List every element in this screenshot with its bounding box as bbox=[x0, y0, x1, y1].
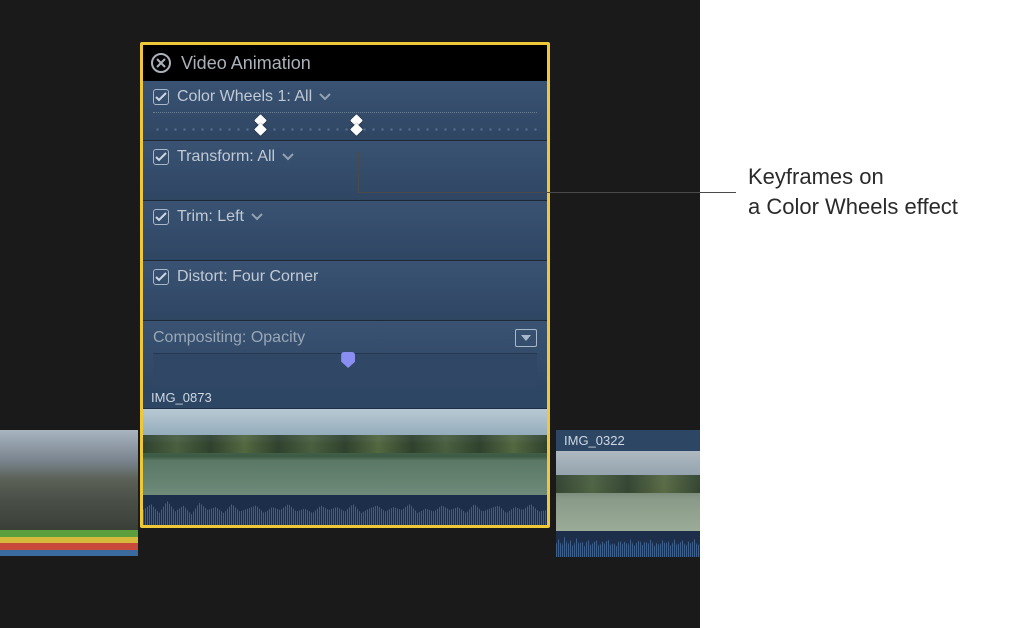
checkmark-icon bbox=[155, 272, 167, 282]
clip-label: IMG_0322 bbox=[556, 430, 700, 451]
compositing-row[interactable]: Compositing: Opacity bbox=[143, 321, 547, 387]
effect-parameter-chevron[interactable] bbox=[250, 212, 264, 222]
callout-line: Keyframes on bbox=[748, 162, 958, 192]
compositing-header: Compositing: Opacity bbox=[153, 329, 537, 347]
effect-enable-checkbox[interactable] bbox=[153, 149, 169, 165]
callout-line: a Color Wheels effect bbox=[748, 192, 958, 222]
effect-enable-checkbox[interactable] bbox=[153, 89, 169, 105]
effect-enable-checkbox[interactable] bbox=[153, 209, 169, 225]
effect-label: Distort: Four Corner bbox=[177, 268, 318, 286]
compositing-label: Compositing: Opacity bbox=[153, 329, 305, 347]
thumbnail-strip[interactable] bbox=[143, 409, 547, 495]
checkmark-icon bbox=[155, 152, 167, 162]
audio-lane bbox=[0, 550, 138, 557]
effect-row-trim[interactable]: Trim: Left bbox=[143, 201, 547, 261]
keyframe-marker[interactable] bbox=[255, 117, 267, 135]
effect-row-distort[interactable]: Distort: Four Corner bbox=[143, 261, 547, 321]
keyframe-track[interactable] bbox=[153, 112, 537, 140]
close-icon bbox=[156, 58, 166, 68]
chevron-down-icon bbox=[281, 152, 295, 162]
effect-parameter-chevron[interactable] bbox=[281, 152, 295, 162]
close-button[interactable] bbox=[151, 53, 171, 73]
callout-leader bbox=[358, 192, 736, 193]
audio-waveform bbox=[556, 531, 700, 557]
effect-row-header: Color Wheels 1: All bbox=[153, 88, 537, 106]
chevron-down-icon bbox=[250, 212, 264, 222]
effect-label: Color Wheels 1: All bbox=[177, 88, 312, 106]
opacity-handle[interactable] bbox=[341, 352, 357, 370]
adjacent-clip-right[interactable]: IMG_0322 bbox=[556, 430, 700, 560]
clip-label: IMG_0873 bbox=[143, 387, 547, 409]
opacity-track[interactable] bbox=[153, 353, 537, 387]
thumbnail bbox=[556, 451, 700, 531]
callout-leader bbox=[358, 152, 359, 192]
checkmark-icon bbox=[155, 92, 167, 102]
audio-waveform bbox=[143, 495, 547, 525]
thumbnail bbox=[412, 409, 547, 495]
adjacent-clip-left[interactable] bbox=[0, 430, 138, 560]
effect-label: Transform: All bbox=[177, 148, 275, 166]
callout-text: Keyframes on a Color Wheels effect bbox=[748, 162, 958, 221]
triangle-down-icon bbox=[520, 334, 532, 342]
timeline-area: IMG_0322 Video Animation Color Wheels 1:… bbox=[0, 0, 700, 628]
effect-row-header: Transform: All bbox=[153, 148, 537, 166]
checkmark-icon bbox=[155, 212, 167, 222]
effect-row-header: Trim: Left bbox=[153, 208, 537, 226]
keyframe-track[interactable] bbox=[153, 292, 537, 320]
effect-label: Trim: Left bbox=[177, 208, 244, 226]
keyframe-marker[interactable] bbox=[351, 117, 363, 135]
thumbnail-strip bbox=[0, 430, 138, 530]
compositing-expand-button[interactable] bbox=[515, 329, 537, 347]
chevron-down-icon bbox=[318, 92, 332, 102]
effect-enable-checkbox[interactable] bbox=[153, 269, 169, 285]
thumbnail-strip bbox=[556, 451, 700, 531]
panel-title: Video Animation bbox=[181, 53, 311, 74]
keyframe-track[interactable] bbox=[153, 232, 537, 260]
audio-waveform bbox=[0, 530, 138, 556]
thumbnail bbox=[0, 430, 138, 530]
effect-parameter-chevron[interactable] bbox=[318, 92, 332, 102]
thumbnail bbox=[278, 409, 413, 495]
video-animation-panel: Video Animation Color Wheels 1: All bbox=[140, 42, 550, 528]
panel-header: Video Animation bbox=[143, 45, 547, 81]
effect-row-color-wheels[interactable]: Color Wheels 1: All bbox=[143, 81, 547, 141]
effect-row-header: Distort: Four Corner bbox=[153, 268, 537, 286]
keyframe-track[interactable] bbox=[153, 172, 537, 200]
thumbnail bbox=[143, 409, 278, 495]
